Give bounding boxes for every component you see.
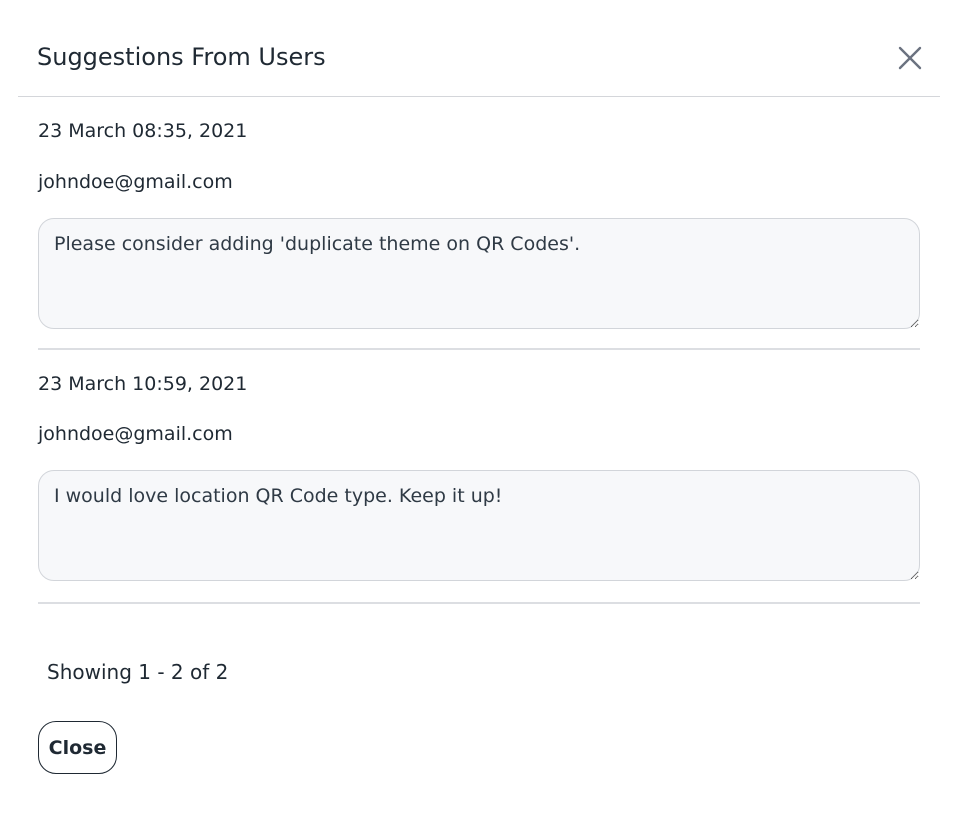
suggestion-date: 23 March 10:59, 2021: [38, 373, 248, 395]
divider: [38, 602, 920, 604]
suggestions-modal: Suggestions From Users 23 March 08:35, 2…: [0, 0, 960, 813]
close-icon[interactable]: [896, 44, 924, 72]
suggestion-email: johndoe@gmail.com: [38, 171, 233, 193]
close-icon-svg: [898, 46, 922, 70]
suggestion-textarea[interactable]: I would love location QR Code type. Keep…: [38, 470, 920, 581]
divider: [38, 348, 920, 350]
suggestion-email: johndoe@gmail.com: [38, 423, 233, 445]
suggestion-textarea[interactable]: Please consider adding 'duplicate theme …: [38, 218, 920, 329]
close-button[interactable]: Close: [38, 721, 117, 774]
modal-header: Suggestions From Users: [18, 0, 940, 97]
modal-title: Suggestions From Users: [37, 43, 326, 71]
pagination-info: Showing 1 - 2 of 2: [47, 660, 229, 684]
suggestion-date: 23 March 08:35, 2021: [38, 120, 248, 142]
